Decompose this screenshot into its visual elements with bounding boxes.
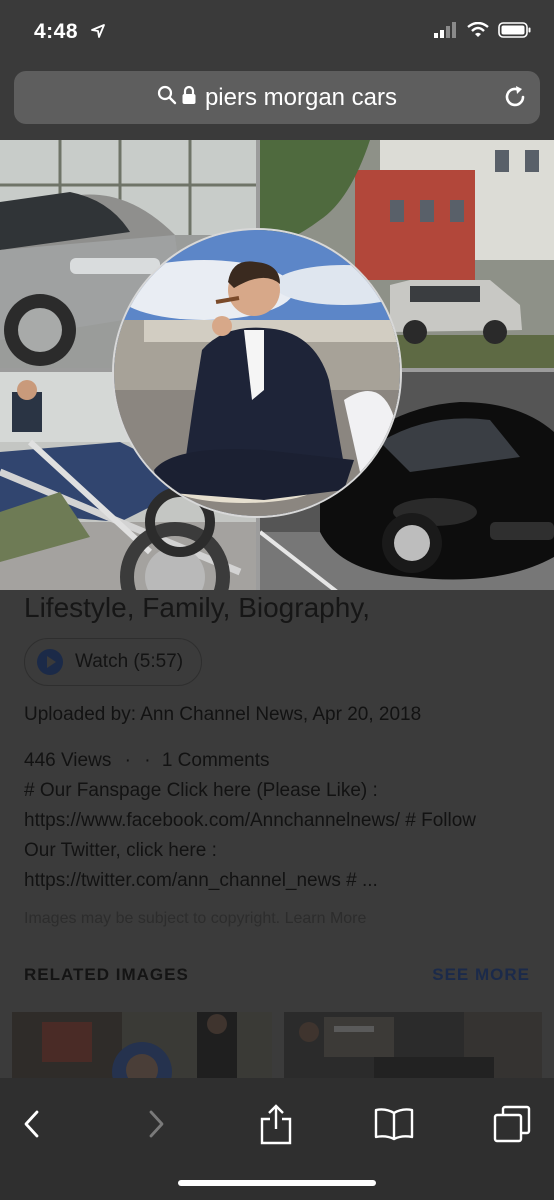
lock-icon [181, 85, 197, 110]
share-icon[interactable] [254, 1102, 298, 1146]
book-icon[interactable] [372, 1102, 416, 1146]
signal-icon [434, 22, 458, 43]
forward-chevron-icon[interactable] [134, 1102, 178, 1146]
reload-icon[interactable] [502, 84, 528, 115]
wifi-icon [467, 21, 489, 43]
article-title[interactable]: Lifestyle, Family, Biography, [24, 592, 370, 624]
photo-portrait-circle [112, 228, 402, 518]
stats-line: 446 Views · · 1 Comments [24, 750, 270, 771]
description-line: https://twitter.com/ann_channel_news # .… [24, 870, 378, 891]
related-image-thumbnail[interactable] [12, 1012, 272, 1080]
back-chevron-icon[interactable] [10, 1102, 54, 1146]
views-count: 446 Views [24, 750, 112, 771]
watch-label: Watch (5:57) [75, 651, 184, 672]
copyright-notice[interactable]: Images may be subject to copyright. Lear… [24, 910, 366, 928]
tabs-icon[interactable] [490, 1102, 534, 1146]
description-line: Our Twitter, click here : [24, 840, 217, 861]
watch-video-button[interactable]: Watch (5:57) [24, 638, 203, 686]
see-more-link[interactable]: SEE MORE [432, 965, 530, 985]
address-bar[interactable]: piers morgan cars [14, 71, 540, 124]
related-images-heading: RELATED IMAGES [24, 965, 189, 984]
uploaded-by: Uploaded by: Ann Channel News, Apr 20, 2… [24, 704, 422, 725]
home-indicator[interactable] [178, 1180, 376, 1186]
play-icon [37, 649, 63, 675]
related-image-thumbnail[interactable] [284, 1012, 542, 1080]
status-time: 4:48 [34, 20, 79, 43]
description-line: # Our Fanspage Click here (Please Like) … [24, 780, 378, 801]
battery-icon [498, 22, 532, 43]
search-icon [157, 85, 177, 110]
collage-image[interactable] [0, 140, 554, 602]
status-bar: 4:48 [0, 0, 554, 64]
comments-count: 1 Comments [161, 750, 270, 771]
description-line: https://www.facebook.com/Annchannelnews/… [24, 810, 477, 831]
location-arrow-icon [90, 23, 106, 44]
url-text: piers morgan cars [204, 83, 398, 111]
article-panel: Lifestyle, Family, Biography, Watch (5:5… [0, 590, 554, 1080]
